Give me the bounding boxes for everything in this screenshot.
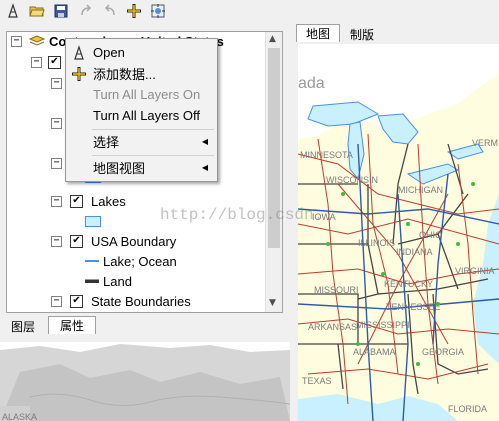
toc-scrollbar[interactable]: ▲ ▼ — [265, 32, 282, 312]
layer-row-state-boundaries[interactable]: − ✔ State Boundaries — [51, 292, 191, 310]
full-extent-icon[interactable] — [148, 1, 168, 21]
menu-separator — [92, 155, 214, 156]
layer-checkbox[interactable]: ✔ — [70, 294, 83, 308]
map-label: VIRGINIA — [455, 266, 495, 276]
menu-item-map-view[interactable]: 地图视图 ◀ — [66, 157, 217, 178]
layer-row-hidden-3[interactable]: − — [51, 114, 62, 132]
map-label: INDIANA — [396, 247, 433, 257]
watermark: http://blog.csdn. — [160, 206, 324, 224]
layer-checkbox[interactable]: ✔ — [70, 194, 83, 208]
identify-icon[interactable] — [3, 1, 23, 21]
map-label: MISSISSIPPI — [356, 320, 410, 330]
collapse-icon[interactable]: − — [51, 235, 62, 247]
submenu-arrow-icon: ◀ — [201, 137, 208, 146]
tab-properties[interactable]: 属性 — [48, 316, 96, 334]
save-icon[interactable] — [51, 1, 71, 21]
collapse-icon[interactable]: − — [51, 195, 62, 207]
open-folder-icon[interactable] — [27, 1, 47, 21]
layer-row-lakes[interactable]: − ✔ Lakes — [51, 192, 126, 210]
layer-label: USA Boundary — [91, 233, 177, 249]
overview-label: ALASKA — [2, 412, 38, 421]
collapse-icon[interactable]: − — [51, 77, 62, 89]
add-data-icon — [72, 67, 86, 81]
legend-item-land: Land — [85, 272, 132, 290]
map-label: FLORIDA — [448, 404, 488, 414]
map-label: MICHIGAN — [398, 185, 443, 195]
map-label: ada — [298, 75, 325, 92]
menu-item-turn-all-on: Turn All Layers On — [93, 87, 201, 102]
water-line-icon — [85, 260, 99, 262]
tab-layers[interactable]: 图层 — [2, 318, 44, 335]
map-label: KENTUCKY — [384, 279, 434, 289]
collapse-icon[interactable]: − — [51, 157, 62, 169]
overview-map-graphic — [0, 342, 290, 421]
layer-checkbox[interactable]: ✔ — [48, 55, 61, 69]
scroll-up-icon[interactable]: ▲ — [269, 34, 276, 44]
context-menu: Open 添加数据... Turn All Layers On Turn All… — [65, 38, 218, 182]
toolbar — [0, 0, 499, 22]
tab-map[interactable]: 地图 — [296, 24, 340, 42]
redo-icon[interactable] — [76, 1, 96, 21]
layer-row-hidden-1[interactable]: − ✔ — [31, 53, 61, 71]
layer-checkbox[interactable]: ✔ — [70, 234, 83, 248]
layer-row-usa-boundary[interactable]: − ✔ USA Boundary — [51, 232, 176, 250]
expand-icon[interactable]: − — [51, 295, 62, 307]
map-label: ALABAMA — [353, 347, 396, 357]
collapse-icon[interactable]: − — [11, 35, 22, 47]
collapse-icon[interactable]: − — [31, 56, 42, 68]
map-label: VERM — [472, 138, 499, 148]
overview-map[interactable]: ALASKA — [0, 342, 290, 421]
map-view[interactable]: ada MINNESOTA WISCONSIN MICHIGAN IOWA OH… — [298, 44, 499, 421]
menu-item-add-data[interactable]: 添加数据... — [66, 63, 217, 84]
identify-icon — [74, 45, 84, 60]
map-label: MINNESOTA — [300, 150, 353, 160]
scroll-down-icon[interactable]: ▼ — [269, 298, 276, 308]
tab-layout[interactable]: 制版 — [342, 26, 382, 43]
map-label: OHIO — [419, 230, 443, 240]
collapse-icon[interactable]: − — [51, 117, 62, 129]
menu-separator — [92, 129, 214, 130]
map-label: GEORGIA — [422, 347, 465, 357]
menu-item-open[interactable]: Open — [66, 42, 217, 63]
add-data-icon[interactable] — [124, 1, 144, 21]
menu-item-select[interactable]: 选择 ◀ — [66, 131, 217, 152]
map-label: WISCONSIN — [326, 175, 379, 185]
map-label: ILLINOIS — [358, 238, 396, 248]
layer-label: State Boundaries — [91, 293, 191, 309]
land-line-icon — [85, 279, 99, 283]
layer-label: Lakes — [91, 193, 126, 209]
map-label: ARKANSAS — [308, 322, 358, 332]
layer-row-hidden-2[interactable]: − — [51, 74, 62, 92]
undo-icon[interactable] — [100, 1, 120, 21]
layers-icon — [29, 35, 45, 46]
layer-row-hidden-4[interactable]: − — [51, 154, 62, 172]
submenu-arrow-icon: ◀ — [201, 163, 208, 172]
legend-item-lake-ocean: Lake; Ocean — [85, 252, 177, 270]
map-label: TEXAS — [302, 376, 332, 386]
lakes-legend-swatch — [85, 216, 101, 227]
map-label: TENNESSEE — [386, 302, 441, 312]
map-graphic — [298, 44, 499, 421]
map-label: MISSOURI — [314, 285, 359, 295]
menu-item-turn-all-off[interactable]: Turn All Layers Off — [66, 105, 217, 126]
